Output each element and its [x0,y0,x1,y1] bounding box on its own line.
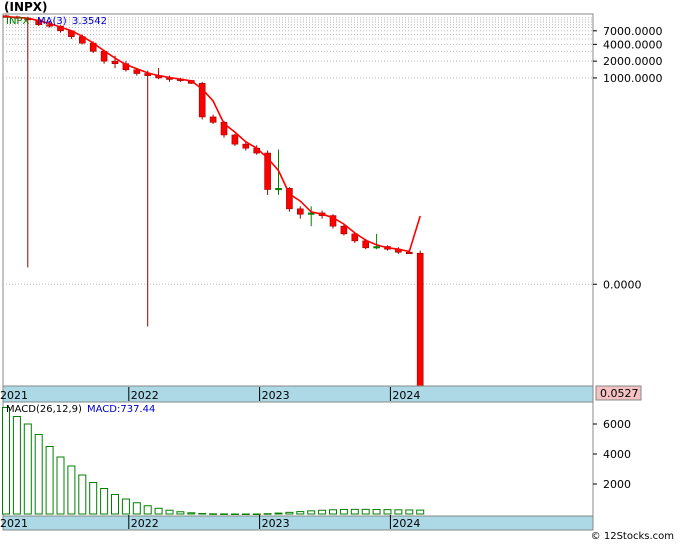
y-tick-label: 2000.0000 [603,55,663,68]
macd-bar [339,509,348,515]
candle-body [340,225,348,235]
year-label: 2024 [392,517,420,530]
price-date-strip [2,385,594,403]
macd-bar [241,513,250,515]
macd-bar [307,510,316,515]
candle-body [231,134,239,145]
year-label: 2021 [0,389,28,402]
candle-body [405,251,413,255]
macd-bar [230,513,239,515]
macd-bar [361,508,370,515]
macd-bar [372,509,381,515]
macd-date-strip [2,515,594,531]
macd-bar [121,498,130,515]
candle-body [296,208,304,215]
macd-tick-label: 4000 [603,448,631,461]
macd-bar [132,502,141,515]
candle-body [242,143,250,149]
macd-bar [220,513,228,515]
macd-tick-label: 2000 [603,478,631,491]
macd-bar [12,416,21,515]
candle-body [373,246,380,249]
macd-tick-label: 6000 [603,418,631,431]
macd-bar [296,511,305,515]
candle-body [416,252,424,387]
macd-bar [176,511,185,515]
macd-bar [34,434,43,515]
macd-bar [143,505,152,515]
macd-bar [394,509,403,515]
macd-bar [329,509,337,515]
year-label: 2022 [131,389,159,402]
macd-bar [2,407,10,515]
macd-legend-value: MACD:737.44 [87,404,155,415]
macd-bar [209,513,218,515]
macd-bar [23,423,32,515]
macd-bar [383,509,392,515]
year-label: 2021 [0,517,28,530]
candle-body [209,116,217,123]
macd-bar [187,512,196,515]
candle-body [286,188,293,210]
macd-bar [89,482,98,515]
year-label: 2022 [131,517,159,530]
macd-bar [111,494,119,515]
macd-legend-params: MACD(26,12,9) [6,404,82,415]
macd-bar [285,511,294,515]
macd-bar [350,508,359,515]
watermark: © 12Stocks.com [590,531,674,542]
macd-bar [154,507,163,515]
price-legend-symbol: INPX [6,16,29,27]
price-y-axis: 7000.00004000.0000 2000.0000 1000.0000 0.00… [593,25,663,291]
macd-panel: 6000 4000 2000 MACD(26,12,9) MACD:737.44 [2,401,631,517]
price-panel: 7000.00004000.0000 2000.0000 1000.0000 0.00… [2,13,663,387]
macd-bar [274,512,283,515]
price-legend-ma-label: MA(3) [37,16,67,27]
macd-y-axis: 6000 4000 2000 [593,418,631,491]
macd-bar [45,446,54,515]
y-tick-label: 4000.0000 [603,38,663,51]
year-label: 2023 [262,389,290,402]
y-tick-label: 7000.0000 [603,25,663,38]
macd-bar [165,509,174,515]
candle-body [111,60,119,64]
macd-bar [252,513,261,515]
macd-bar [198,513,207,515]
year-label: 2024 [392,389,420,402]
macd-bar [67,465,76,515]
year-label: 2023 [262,517,290,530]
last-price-label: 0.0527 [600,387,639,400]
macd-bar [263,513,272,515]
candle-body [275,188,282,191]
macd-bar [318,509,327,515]
stock-chart: 7000.00004000.0000 2000.0000 1000.0000 0.00… [0,13,663,531]
macd-bar [78,474,87,515]
macd-bar [405,509,414,515]
y-tick-label: 0.0000 [603,278,642,291]
macd-bar [56,456,65,515]
macd-bar [416,509,425,515]
price-legend-ma-value: 3.3542 [72,16,107,27]
macd-bar [100,488,109,515]
y-tick-label: 1000.0000 [603,72,663,85]
